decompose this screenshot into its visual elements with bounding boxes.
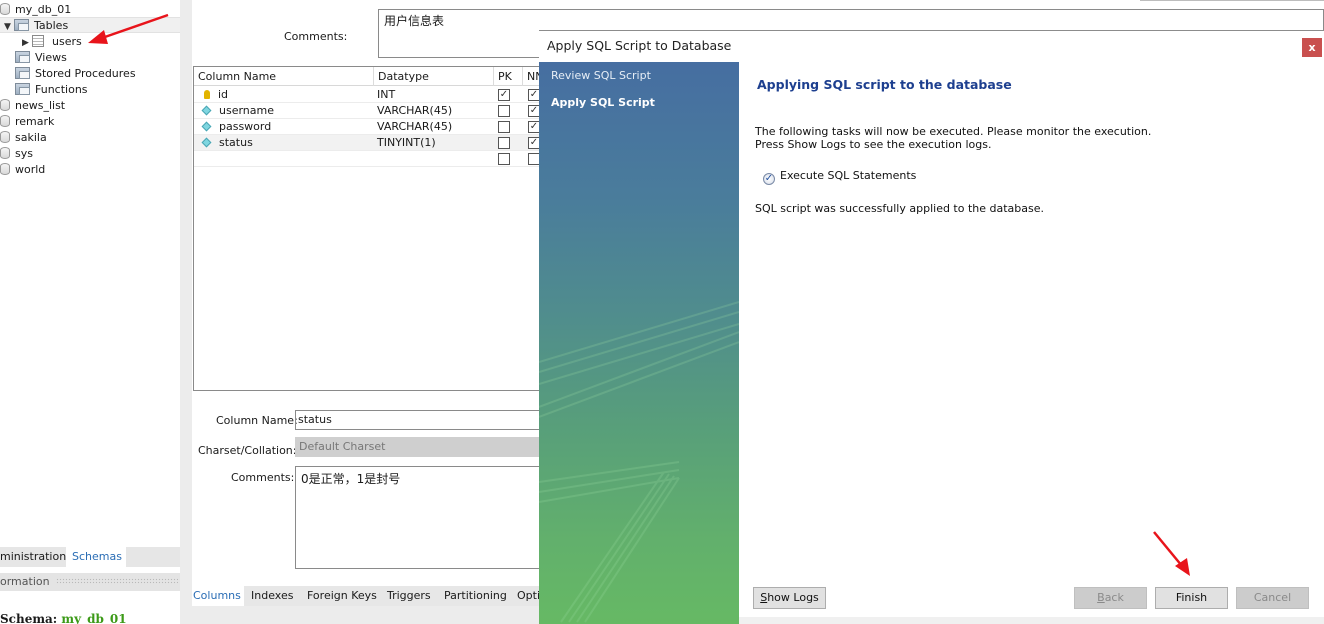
column-comments-label: Comments: [231, 471, 295, 484]
charset-select[interactable]: Default Charset [295, 437, 555, 457]
tab-foreign-keys[interactable]: Foreign Keys [307, 586, 377, 606]
datatype-cell: TINYINT(1) [377, 136, 436, 149]
description-line-1: The following tasks will now be executed… [755, 125, 1152, 138]
database-icon [0, 147, 10, 159]
navigator-tabs: ministration Schemas [0, 547, 180, 567]
editor-footer [192, 606, 552, 624]
datatype-cell: VARCHAR(45) [377, 120, 453, 133]
table-row[interactable]: password VARCHAR(45) ✓ [194, 119, 553, 135]
wizard-steps-sidebar: Review SQL Script Apply SQL Script [539, 62, 739, 624]
information-panel-header: ormation [0, 573, 180, 591]
tree-item-views[interactable]: Views [15, 50, 67, 66]
functions-folder-icon [15, 83, 30, 95]
tab-indexes[interactable]: Indexes [251, 586, 293, 606]
apply-sql-script-dialog: Apply SQL Script to Database x Review SQ… [539, 30, 1324, 624]
cancel-button[interactable]: Cancel [1236, 587, 1309, 609]
header-pk[interactable]: PK [494, 67, 523, 86]
tree-item-stored-procedures[interactable]: Stored Procedures [15, 66, 136, 82]
header-column-name[interactable]: Column Name [194, 67, 374, 86]
header-datatype[interactable]: Datatype [374, 67, 494, 86]
pk-checkbox[interactable] [498, 121, 510, 133]
check-circle-icon: ✓ [763, 173, 775, 185]
divider [1140, 0, 1324, 1]
task-execute-sql: ✓ Execute SQL Statements [763, 169, 917, 185]
tree-item-sys[interactable]: sys [0, 146, 33, 162]
dialog-footer [739, 617, 1324, 624]
table-comments-label: Comments: [284, 30, 348, 43]
grid-header: Column Name Datatype PK NN [194, 67, 563, 86]
tree-item-remark[interactable]: remark [0, 114, 54, 130]
tab-schemas[interactable]: Schemas [66, 547, 126, 567]
table-row[interactable]: status TINYINT(1) ✓ [194, 135, 553, 151]
procedures-folder-icon [15, 67, 30, 79]
tree-item-news-list[interactable]: news_list [0, 98, 65, 114]
database-icon [0, 131, 10, 143]
table-row-new[interactable] [194, 151, 553, 167]
panel-splitter[interactable] [180, 0, 192, 624]
column-diamond-icon [201, 137, 212, 148]
column-name-input[interactable]: status [295, 410, 555, 430]
tree-item-my-db-01[interactable]: my_db_01 [0, 2, 71, 18]
back-button[interactable]: Back [1074, 587, 1147, 609]
tab-columns[interactable]: Columns [192, 586, 244, 606]
table-row[interactable]: username VARCHAR(45) ✓ [194, 103, 553, 119]
column-comments-field[interactable]: 0是正常，1是封号 [295, 466, 555, 569]
datatype-cell: INT [377, 88, 396, 101]
columns-grid: Column Name Datatype PK NN id INT ✓ ✓ us… [193, 66, 563, 391]
tab-triggers[interactable]: Triggers [387, 586, 431, 606]
table-row[interactable]: id INT ✓ ✓ [194, 87, 553, 103]
splitter-grip[interactable] [55, 578, 178, 584]
tab-partitioning[interactable]: Partitioning [444, 586, 507, 606]
tab-options[interactable]: Opti [517, 586, 540, 606]
database-icon [0, 115, 10, 127]
step-heading: Applying SQL script to the database [757, 77, 1012, 92]
tree-item-users[interactable]: ▶ users [22, 34, 82, 50]
pk-checkbox[interactable]: ✓ [498, 89, 510, 101]
finish-button[interactable]: Finish [1155, 587, 1228, 609]
close-button[interactable]: x [1302, 38, 1322, 57]
column-diamond-icon [201, 121, 212, 132]
tables-folder-icon [14, 19, 29, 31]
tree-item-tables[interactable]: ▼ Tables [0, 17, 180, 33]
wizard-content: Applying SQL script to the database The … [739, 62, 1324, 624]
pk-checkbox[interactable] [498, 137, 510, 149]
column-diamond-icon [201, 105, 212, 116]
dialog-title: Apply SQL Script to Database [547, 38, 732, 53]
column-name-label: Column Name: [216, 414, 298, 427]
collapsed-triangle-icon[interactable]: ▶ [22, 35, 32, 51]
database-icon [0, 163, 10, 175]
show-logs-button[interactable]: Show Logs [753, 587, 826, 609]
editor-tabs: Columns Indexes Foreign Keys Triggers Pa… [192, 586, 552, 606]
step-review-sql-script: Review SQL Script [551, 69, 651, 82]
schema-navigator: my_db_01 ▼ Tables ▶ users Views Stored Pro… [0, 0, 180, 624]
database-icon [0, 3, 10, 15]
tree-item-world[interactable]: world [0, 162, 45, 178]
decorative-streaks [539, 301, 739, 623]
views-folder-icon [15, 51, 30, 63]
close-icon: x [1308, 41, 1316, 54]
result-message: SQL script was successfully applied to t… [755, 202, 1045, 215]
database-icon [0, 99, 10, 111]
table-icon [32, 35, 44, 47]
tab-administration[interactable]: ministration [0, 547, 72, 567]
pk-checkbox[interactable] [498, 105, 510, 117]
expanded-triangle-icon[interactable]: ▼ [4, 19, 14, 35]
schema-info: Schema: my_db_01 [0, 612, 127, 624]
primary-key-icon [204, 90, 210, 99]
description-line-2: Press Show Logs to see the execution log… [755, 138, 992, 151]
datatype-cell: VARCHAR(45) [377, 104, 453, 117]
tree-item-functions[interactable]: Functions [15, 82, 88, 98]
pk-checkbox[interactable] [498, 153, 510, 165]
charset-label: Charset/Collation: [198, 444, 297, 457]
tree-item-sakila[interactable]: sakila [0, 130, 47, 146]
step-apply-sql-script: Apply SQL Script [551, 96, 655, 109]
mysql-workbench-window: my_db_01 ▼ Tables ▶ users Views Stored Pro… [0, 0, 1324, 624]
